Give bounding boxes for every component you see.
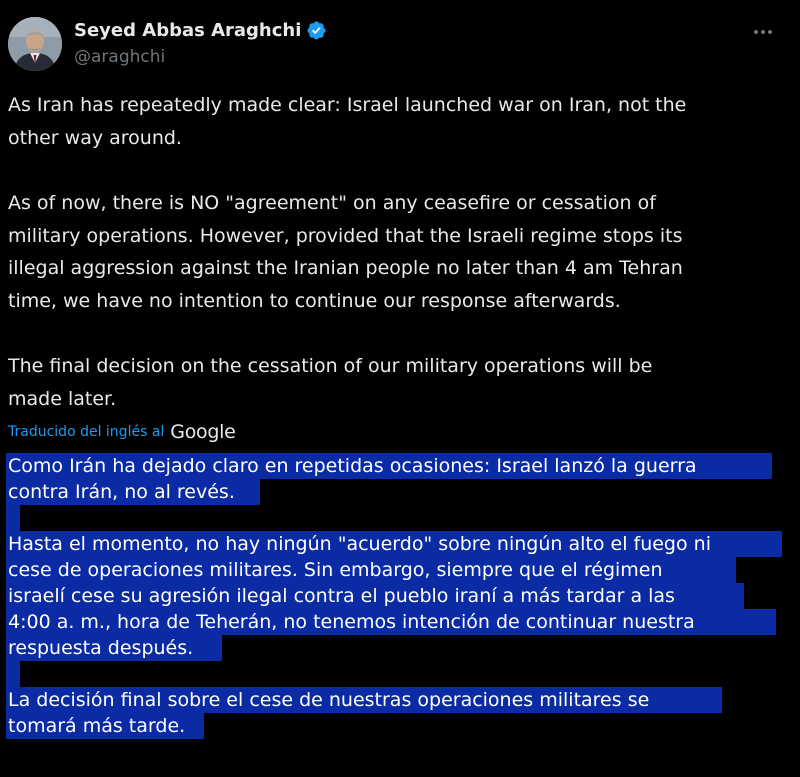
author-name-text: Seyed Abbas Araghchi	[74, 20, 302, 41]
google-logo: Google	[170, 421, 236, 443]
author-handle[interactable]: @araghchi	[74, 47, 165, 67]
translation-attribution: Traducido del inglés al Google	[8, 421, 236, 443]
more-options-icon[interactable]	[746, 20, 780, 44]
translation-note[interactable]: Traducido del inglés al	[8, 424, 164, 440]
tweet-paragraph: The final decision on the cessation of o…	[8, 355, 653, 410]
selection-highlight	[6, 505, 20, 531]
translated-paragraph[interactable]: La decisión final sobre el cese de nuest…	[8, 687, 788, 739]
more-dot	[761, 30, 765, 34]
translated-paragraph[interactable]: Hasta el momento, no hay ningún "acuerdo…	[8, 531, 788, 661]
selection-highlight	[6, 661, 20, 687]
avatar[interactable]	[8, 17, 62, 71]
more-dot	[768, 30, 772, 34]
author-name[interactable]: Seyed Abbas Araghchi	[74, 20, 327, 41]
translated-paragraph[interactable]: Como Irán ha dejado claro en repetidas o…	[8, 453, 788, 505]
tweet-paragraph: As of now, there is NO "agreement" on an…	[8, 192, 683, 312]
more-dot	[754, 30, 758, 34]
avatar-portrait	[8, 17, 62, 71]
tweet-paragraph: As Iran has repeatedly made clear: Israe…	[8, 94, 687, 149]
verified-badge-icon	[306, 20, 327, 41]
